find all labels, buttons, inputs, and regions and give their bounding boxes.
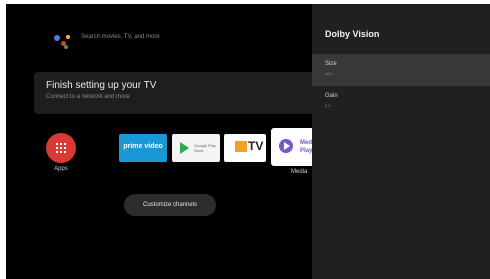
setup-banner[interactable]: Finish setting up your TV Connect to a n…	[34, 72, 334, 114]
apps-button[interactable]	[46, 133, 76, 163]
customize-channels-button[interactable]: Customize channels	[124, 194, 216, 216]
tv-brand-text: TV	[248, 139, 264, 153]
setting-gain[interactable]: Gain 2.0	[312, 86, 490, 118]
google-play-text: Google Play Store	[194, 143, 216, 153]
tv-app-card[interactable]: TV	[224, 134, 266, 162]
search-bar[interactable]: Search movies, TV, and more	[81, 34, 160, 40]
setting-gain-value: 2.0	[325, 103, 331, 108]
setup-banner-subtitle: Connect to a network and more	[46, 94, 130, 100]
apps-grid-icon	[56, 143, 66, 153]
google-assistant-icon[interactable]	[54, 31, 74, 51]
media-player-icon	[279, 139, 293, 153]
panel-title: Dolby Vision	[325, 29, 380, 39]
setting-size[interactable]: Size 100	[312, 54, 490, 86]
tv-logo-icon	[235, 141, 247, 152]
prime-video-card[interactable]: prime video	[119, 134, 167, 162]
prime-video-logo: prime video	[123, 143, 163, 150]
apps-label: Apps	[54, 166, 68, 172]
setup-banner-title: Finish setting up your TV	[46, 80, 157, 91]
play-store-icon	[180, 142, 189, 154]
media-label: Media	[291, 169, 308, 175]
setting-gain-label: Gain	[325, 93, 338, 99]
google-play-store-card[interactable]: Google Play Store	[172, 134, 220, 162]
settings-panel: Dolby Vision Size 100 Gain 2.0	[312, 4, 490, 279]
setting-size-value: 100	[325, 71, 332, 76]
google-play-line2: Store	[194, 148, 204, 153]
setting-size-label: Size	[325, 61, 337, 67]
